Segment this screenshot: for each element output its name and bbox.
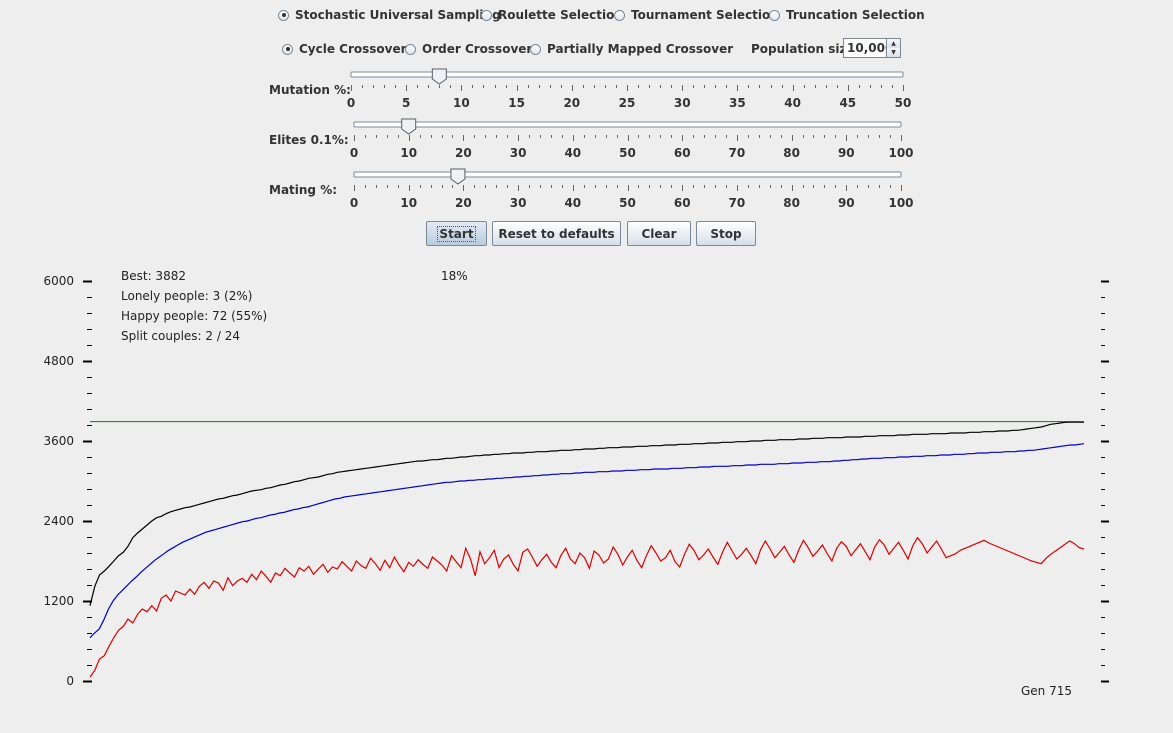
slider-tick-label: 70 (729, 196, 746, 210)
mating-slider[interactable]: 0 10 20 30 40 50 60 70 80 90 100 (0, 0, 1173, 220)
slider-thumb[interactable] (450, 168, 466, 185)
slider-tick-label: 50 (619, 196, 636, 210)
y-axis-tick-label: 4800 (43, 354, 74, 368)
y-axis-tick-label: 1200 (43, 594, 74, 608)
y-axis-tick-label: 0 (66, 674, 74, 688)
progress-percent-text: 18% (441, 269, 468, 283)
happy-people-text: Happy people: 72 (55%) (121, 309, 268, 323)
slider-tick-label: 30 (510, 196, 527, 210)
lonely-people-text: Lonely people: 3 (2%) (121, 289, 253, 303)
slider-tick-label: 0 (350, 196, 358, 210)
clear-button[interactable]: Clear (627, 221, 691, 246)
reset-to-defaults-button[interactable]: Reset to defaults (492, 221, 621, 246)
slider-tick-label: 20 (455, 196, 472, 210)
stop-button[interactable]: Stop (696, 221, 756, 246)
slider-track (353, 171, 902, 178)
average-fitness-line (89, 443, 1085, 639)
best-fitness-text: Best: 3882 (121, 269, 186, 283)
generation-counter: Gen 715 (1021, 684, 1073, 698)
y-axis-tick-label: 2400 (43, 514, 74, 528)
slider-tick-label: 80 (783, 196, 800, 210)
start-button-label: Start (437, 225, 476, 242)
split-couples-text: Split couples: 2 / 24 (121, 329, 240, 343)
worst-fitness-line (89, 536, 1085, 678)
y-axis-tick-label: 6000 (43, 274, 74, 288)
slider-tick-label: 90 (838, 196, 855, 210)
slider-tick-label: 40 (564, 196, 581, 210)
start-button[interactable]: Start (426, 221, 487, 246)
fitness-chart: 6000 4800 3600 2400 1200 0 (43, 274, 1109, 688)
best-fitness-line (89, 421, 1084, 606)
y-axis-tick-label: 3600 (43, 434, 74, 448)
slider-tick-label: 10 (400, 196, 417, 210)
slider-tick-label: 100 (888, 196, 913, 210)
slider-tick-label: 60 (674, 196, 691, 210)
